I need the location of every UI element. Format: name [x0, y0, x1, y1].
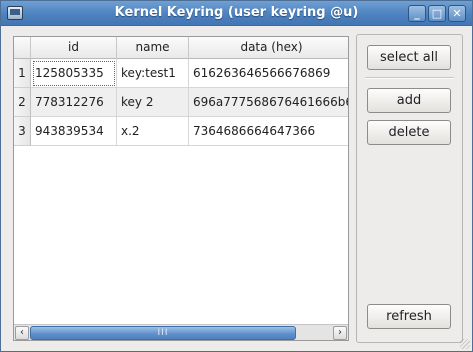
row-header[interactable]: 2	[14, 88, 31, 117]
row-header[interactable]: 3	[14, 117, 31, 146]
table-row[interactable]: 1 125805335 key:test1 616263646566676869	[14, 59, 348, 88]
cell-id[interactable]: 778312276	[31, 88, 117, 117]
table-corner-button[interactable]	[14, 37, 31, 59]
row-header[interactable]: 1	[14, 59, 31, 88]
table-row[interactable]: 3 943839534 x.2 7364686664647366	[14, 117, 348, 146]
actions-panel: select all add delete refresh	[356, 34, 463, 343]
keys-table[interactable]: id name data (hex) 1 125805335 key:test1…	[13, 36, 349, 341]
delete-button[interactable]: delete	[367, 120, 451, 145]
scroll-right-arrow-icon[interactable]: ›	[333, 326, 347, 340]
cell-data[interactable]: 696a777568676461666b6a66	[189, 88, 348, 117]
cell-name[interactable]: key 2	[117, 88, 189, 117]
scrollbar-grip-icon: III	[157, 328, 169, 338]
cell-id[interactable]: 943839534	[31, 117, 117, 146]
table-header: id name data (hex)	[14, 37, 348, 59]
maximize-button[interactable]: □	[428, 5, 446, 22]
select-all-button[interactable]: select all	[367, 45, 451, 70]
cell-data[interactable]: 616263646566676869	[189, 59, 348, 88]
horizontal-scrollbar[interactable]: ‹ III ›	[14, 324, 348, 340]
column-header-name[interactable]: name	[117, 37, 189, 59]
minimize-button[interactable]: _	[408, 5, 426, 22]
title-bar[interactable]: Kernel Keyring (user keyring @u) _ □ ✕	[1, 1, 472, 26]
cell-name[interactable]: x.2	[117, 117, 189, 146]
cell-data[interactable]: 7364686664647366	[189, 117, 348, 146]
table-row[interactable]: 2 778312276 key 2 696a777568676461666b6a…	[14, 88, 348, 117]
close-button[interactable]: ✕	[448, 5, 466, 22]
refresh-button[interactable]: refresh	[367, 304, 451, 329]
panel-divider	[365, 77, 454, 79]
add-button[interactable]: add	[367, 88, 451, 113]
column-header-id[interactable]: id	[31, 37, 117, 59]
scrollbar-thumb[interactable]: III	[30, 326, 296, 340]
keyring-window: Kernel Keyring (user keyring @u) _ □ ✕ i…	[0, 0, 473, 352]
column-header-data[interactable]: data (hex)	[189, 37, 348, 59]
cell-name[interactable]: key:test1	[117, 59, 189, 88]
cell-id[interactable]: 125805335	[31, 59, 117, 88]
window-title: Kernel Keyring (user keyring @u)	[114, 5, 359, 20]
scroll-left-arrow-icon[interactable]: ‹	[15, 326, 29, 340]
resize-grip-icon[interactable]	[460, 339, 470, 349]
